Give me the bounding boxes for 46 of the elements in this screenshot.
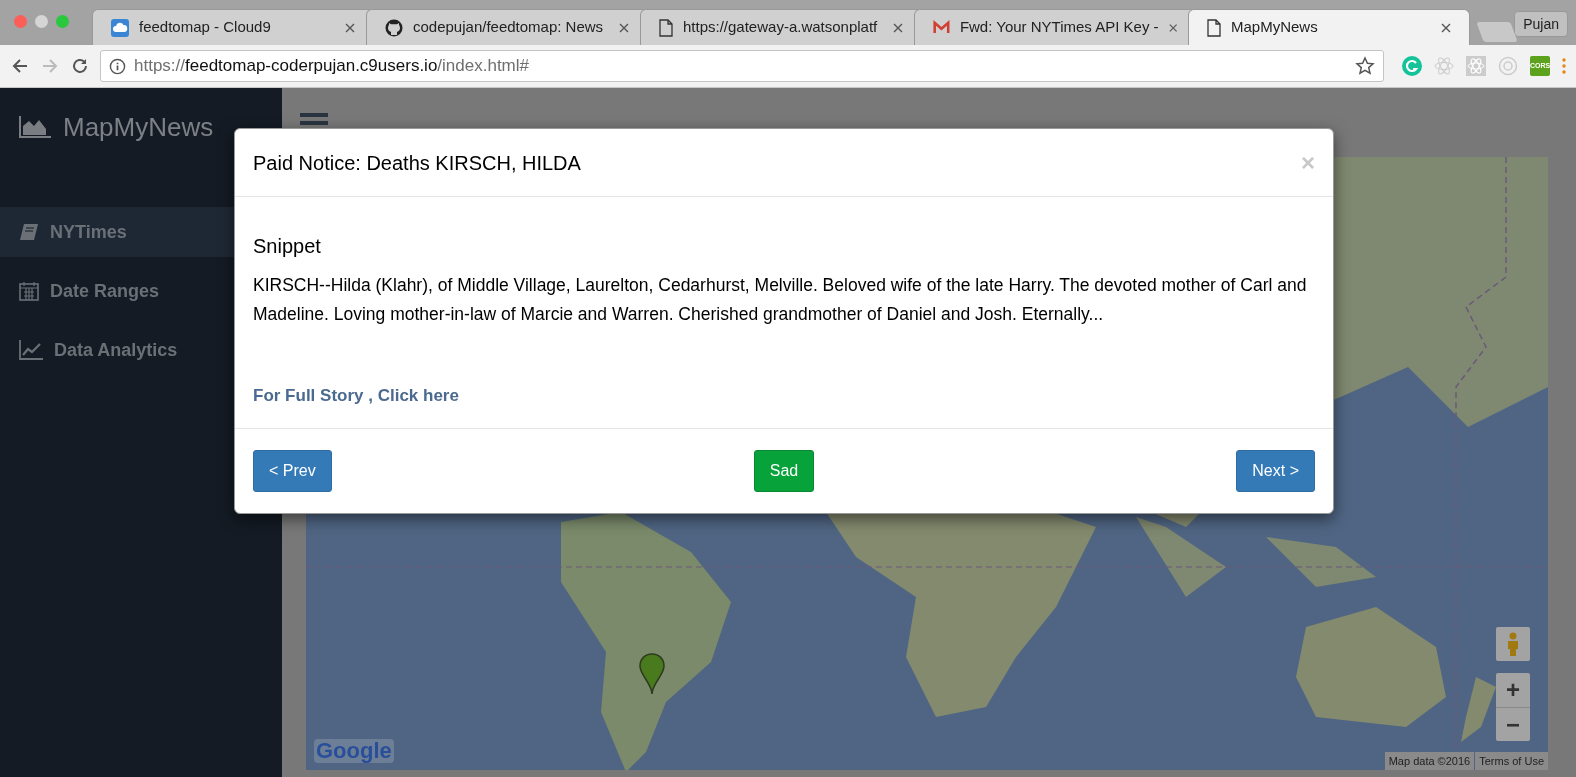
minimize-window-icon[interactable]: [35, 15, 48, 28]
close-icon[interactable]: [1168, 22, 1177, 33]
nav-button[interactable]: Next >: [1236, 450, 1315, 492]
close-icon[interactable]: [619, 22, 629, 33]
tab-title: codepujan/feedtomap: News: [413, 17, 605, 38]
tab-title: feedtomap - Cloud9: [139, 17, 272, 38]
atom-icon[interactable]: [1466, 56, 1486, 76]
nav-button[interactable]: Sad: [753, 450, 815, 492]
new-tab-button[interactable]: [1476, 22, 1518, 42]
address-bar[interactable]: https://feedtomap-coderpujan.c9users.io/index.html#: [100, 50, 1384, 82]
url-text: https://feedtomap-coderpujan.c9users.io/index.html#: [134, 55, 530, 78]
tab-title: Fwd: Your NYTimes API Key -: [959, 17, 1159, 38]
pegman-button[interactable]: [1496, 627, 1530, 661]
zoom-in-button[interactable]: +: [1496, 673, 1530, 707]
full-story-link[interactable]: For Full Story , Click here: [253, 382, 459, 408]
tab-title: MapMyNews: [1231, 17, 1319, 38]
page-icon: [659, 18, 673, 37]
close-icon[interactable]: [1441, 22, 1451, 33]
dialog-title: Paid Notice: Deaths KIRSCH, HILDA: [253, 150, 581, 176]
google-logo: Google: [314, 739, 394, 763]
target-icon[interactable]: [1498, 56, 1518, 76]
person-icon: [1506, 632, 1520, 656]
brand-name: MapMyNews: [63, 110, 214, 144]
cloud-icon: [111, 18, 129, 37]
reload-icon[interactable]: [70, 56, 90, 76]
close-icon[interactable]: [893, 22, 903, 33]
bookmark-star-icon[interactable]: [1355, 56, 1375, 76]
calendar-icon: [19, 281, 39, 301]
octocat-icon: [385, 18, 403, 37]
atom-icon[interactable]: [1434, 56, 1454, 76]
nav-button[interactable]: < Prev: [253, 450, 332, 492]
page-icon: [1207, 18, 1221, 37]
zoom-out-button[interactable]: −: [1496, 707, 1530, 741]
map-marker-icon[interactable]: [639, 653, 665, 695]
grammar-check-icon[interactable]: [1402, 56, 1422, 76]
info-icon: [109, 57, 126, 75]
more-menu-icon[interactable]: [1562, 58, 1566, 74]
book-icon: [19, 223, 39, 241]
close-icon[interactable]: [345, 22, 355, 33]
area-chart-icon: [19, 116, 51, 138]
browser-tab[interactable]: MapMyNews: [1188, 9, 1470, 45]
profile-button[interactable]: Pujan: [1514, 11, 1568, 37]
tab-title: https://gateway-a.watsonplatf: [683, 17, 879, 38]
envelope-icon: [933, 20, 950, 35]
line-chart-icon: [19, 340, 43, 360]
close-window-icon[interactable]: [14, 15, 27, 28]
